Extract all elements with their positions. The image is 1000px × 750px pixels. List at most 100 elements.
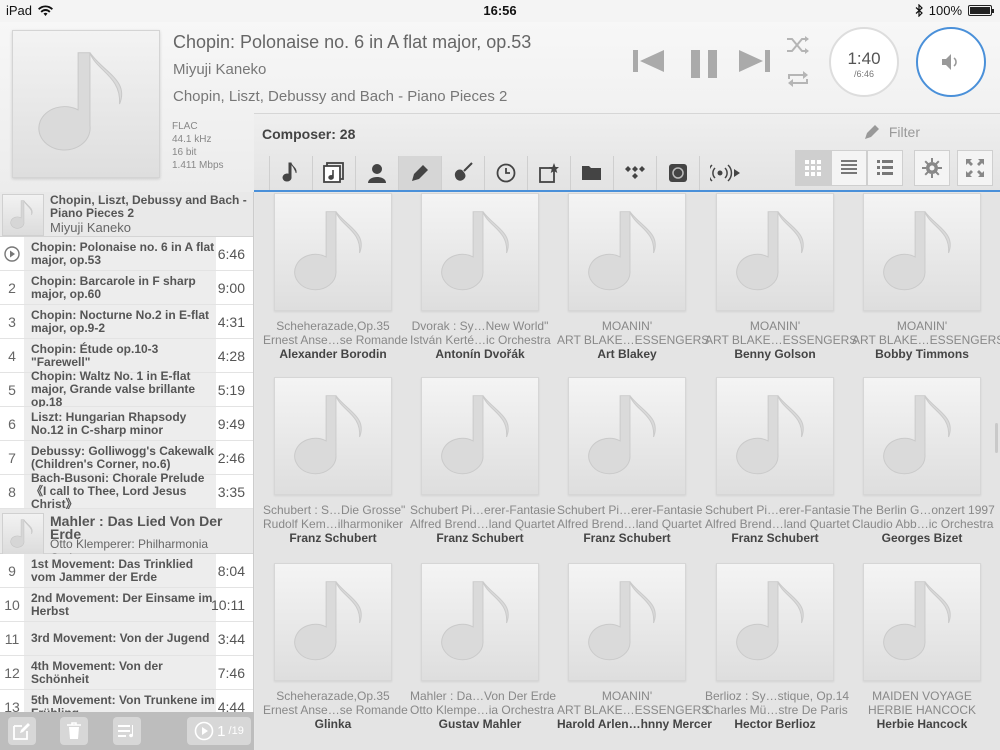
tab-songs[interactable] (269, 156, 312, 190)
tab-albums[interactable] (312, 156, 355, 190)
composer-card[interactable]: Berlioz : Sy…stique, Op.14 Charles Mü…str… (705, 563, 849, 731)
queue-track-row[interactable]: 9 1st Movement: Das Trinklied vom Jammer … (0, 554, 253, 588)
repeat-button[interactable] (786, 70, 810, 88)
time-dial[interactable]: 1:40 /6:46 (829, 27, 899, 97)
scrollbar[interactable] (995, 423, 998, 453)
music-note-icon (282, 162, 297, 182)
queue-track-row[interactable]: 8 Bach-Busoni: Chorale Prelude《I call to … (0, 472, 253, 511)
clear-queue-button[interactable] (60, 717, 88, 745)
queue-track-row[interactable]: 12 4th Movement: Von der Schönheit 7:46 (0, 656, 253, 690)
shuffle-button[interactable] (786, 36, 810, 54)
queue-count: /19 (228, 725, 244, 737)
format-bit-depth: 16 bit (172, 147, 197, 158)
track-duration: 10:11 (211, 596, 245, 613)
save-playlist-button[interactable] (113, 717, 141, 745)
composer-card[interactable]: MOANIN' ART BLAKE…ESSENGERS Harold Arlen…h… (557, 563, 712, 731)
queue-position-button[interactable]: 1/19 (187, 717, 251, 745)
queue-album-header[interactable]: Mahler : Das Lied Von Der Erde Otto Klem… (0, 509, 253, 565)
queue-position: 1 (217, 722, 226, 740)
filter-button[interactable]: Filter (863, 123, 920, 141)
queue-track-row[interactable]: 2 Chopin: Barcarole in F sharp major, op.… (0, 271, 253, 305)
music-note-icon (883, 581, 951, 661)
radio-icon (709, 164, 740, 182)
tab-tidal[interactable] (613, 156, 656, 190)
composer-card[interactable]: MAIDEN VOYAGE HERBIE HANCOCK Herbie Hancoc… (852, 563, 992, 731)
composer-card[interactable]: Schubert : S…Die Grosse" Rudolf Kem…ilhar… (263, 377, 405, 545)
composer-card[interactable]: The Berlin G…onzert 1997 Claudio Abb…ic O… (852, 377, 995, 545)
card-album-artist: ART BLAKE…ESSENGERS (557, 703, 710, 717)
queue-album-header[interactable]: Chopin, Liszt, Debussy and Bach - Piano … (0, 192, 253, 237)
pause-icon (691, 50, 717, 78)
next-button[interactable] (738, 50, 770, 72)
card-composer-name: Hector Berlioz (734, 717, 816, 731)
queue-track-row[interactable]: 4 Chopin: Étude op.10-3 "Farewell" 4:28 (0, 339, 253, 373)
tab-recent[interactable] (484, 156, 527, 190)
queue-track-row[interactable]: 13 5th Movement: Von Trunkene im Frühling… (0, 690, 253, 712)
card-composer-name: Harold Arlen…hnny Mercer (557, 717, 712, 731)
card-album-title: Scheherazade,Op.35 (276, 319, 390, 333)
pause-button[interactable] (690, 50, 718, 78)
format-bitrate: 1.411 Mbps (172, 160, 224, 171)
album-cover (568, 193, 686, 311)
tab-favorites[interactable] (527, 156, 570, 190)
card-album-artist: István Kerté…ic Orchestra (410, 333, 551, 347)
card-album-artist: Otto Klempe…ia Orchestra (410, 703, 555, 717)
composer-card[interactable]: Schubert Pi…erer-Fantasie Alfred Brend…la… (557, 377, 702, 545)
music-note-icon (736, 211, 804, 291)
track-title: 4th Movement: Von der Schönheit (24, 656, 216, 689)
album-cover (568, 563, 686, 681)
tab-qobuz[interactable] (656, 156, 699, 190)
compact-list-view-button[interactable] (831, 150, 867, 186)
previous-button[interactable] (633, 50, 665, 72)
music-note-icon (736, 581, 804, 661)
edit-queue-button[interactable] (8, 717, 36, 745)
battery-percent: 100% (928, 3, 962, 18)
composer-card[interactable]: Mahler : Da…Von Der Erde Otto Klempe…ia O… (410, 563, 556, 731)
now-playing-cover[interactable] (12, 30, 160, 178)
battery-icon (968, 5, 994, 16)
queue-track-row[interactable]: 5 Chopin: Waltz No. 1 in E-flat major, Gr… (0, 370, 253, 409)
tab-artists[interactable] (355, 156, 398, 190)
music-note-icon (588, 581, 656, 661)
now-playing-album: Chopin, Liszt, Debussy and Bach - Piano … (173, 88, 508, 105)
card-composer-name: Franz Schubert (289, 531, 377, 545)
volume-button[interactable] (916, 27, 986, 97)
tab-folders[interactable] (570, 156, 613, 190)
composer-card[interactable]: Dvorak : Sy…New World" István Kerté…ic Or… (410, 193, 551, 361)
shuffle-icon (787, 36, 809, 54)
composer-card[interactable]: Schubert Pi…erer-Fantasie Alfred Brend…la… (410, 377, 555, 545)
guitar-icon (454, 162, 473, 181)
fullscreen-button[interactable] (957, 150, 993, 186)
tab-radio[interactable] (699, 156, 751, 190)
queue-track-row[interactable]: 3 Chopin: Nocturne No.2 in E-flat major, … (0, 305, 253, 339)
queue-track-row[interactable]: 6 Liszt: Hungarian Rhapsody No.12 in C-sh… (0, 407, 253, 441)
track-duration: 4:31 (217, 313, 245, 330)
music-note-icon (441, 211, 509, 291)
track-duration: 3:35 (217, 483, 245, 500)
grid-view-button[interactable] (795, 150, 831, 186)
card-album-title: MOANIN' (896, 319, 948, 333)
favorite-star-icon (539, 163, 559, 183)
composer-card[interactable]: MOANIN' ART BLAKE…ESSENGERS Benny Golson (705, 193, 857, 361)
settings-button[interactable] (914, 150, 950, 186)
composer-card[interactable]: Schubert Pi…erer-Fantasie Alfred Brend…la… (705, 377, 850, 545)
composer-card[interactable]: Scheherazade,Op.35 Ernest Anse…se Romande… (263, 193, 408, 361)
detail-list-view-button[interactable] (867, 150, 903, 186)
card-album-artist: ART BLAKE…ESSENGERS (557, 333, 710, 347)
tab-composers[interactable] (398, 156, 441, 190)
queue-track-row[interactable]: 7 Debussy: Golliwogg's Cakewalk (Children… (0, 441, 253, 475)
track-title: 5th Movement: Von Trunkene im Frühling (24, 690, 216, 712)
queue-track-row[interactable]: Chopin: Polonaise no. 6 in A flat major,… (0, 237, 253, 271)
queue-track-row[interactable]: 10 2nd Movement: Der Einsame im Herbst 10:… (0, 588, 253, 622)
composer-card[interactable]: MOANIN' ART BLAKE…ESSENGERS Art Blakey (557, 193, 710, 361)
composer-card[interactable]: MOANIN' ART BLAKE…ESSENGERS Bobby Timmons (852, 193, 1000, 361)
card-composer-name: Georges Bizet (881, 531, 963, 545)
composer-card[interactable]: Scheherazade,Op.35 Ernest Anse…se Romande… (263, 563, 408, 731)
browse-toolbar: Composer: 28 Filter (254, 113, 1000, 192)
tab-genres[interactable] (441, 156, 484, 190)
music-note-icon (588, 211, 656, 291)
queue-track-row[interactable]: 11 3rd Movement: Von der Jugend 3:44 (0, 622, 253, 656)
card-composer-name: Franz Schubert (731, 531, 819, 545)
track-duration: 3:44 (217, 630, 245, 647)
card-album-artist: Ernest Anse…se Romande (263, 333, 408, 347)
